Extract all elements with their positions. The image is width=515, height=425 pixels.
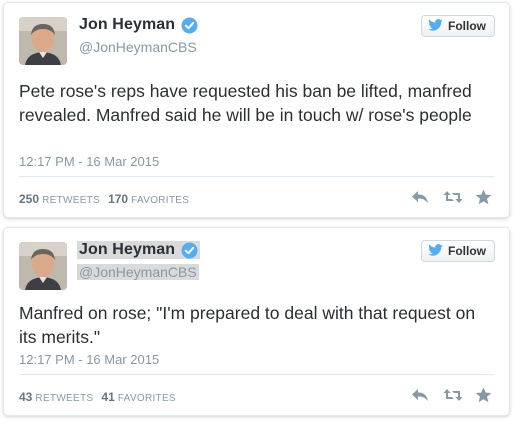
tweet-actions xyxy=(411,387,493,403)
author-name[interactable]: Jon Heyman xyxy=(79,241,175,259)
author-handle[interactable]: @JonHeymanCBS xyxy=(77,264,199,280)
follow-button-label: Follow xyxy=(448,19,486,33)
divider xyxy=(19,176,494,177)
tweet-card: Jon Heyman @JonHeymanCBS Follow Pete ros… xyxy=(3,2,510,218)
retweet-icon[interactable] xyxy=(443,189,463,205)
tweet-timestamp[interactable]: 12:17 PM - 16 Mar 2015 xyxy=(19,154,159,169)
author-handle[interactable]: @JonHeymanCBS xyxy=(79,39,197,55)
tweet-text: Pete rose's reps have requested his ban … xyxy=(19,81,472,125)
follow-button[interactable]: Follow xyxy=(421,240,495,262)
retweets-label: RETWEETS xyxy=(42,195,101,206)
reply-icon[interactable] xyxy=(411,387,429,403)
star-icon[interactable] xyxy=(475,387,493,403)
divider xyxy=(19,374,494,375)
avatar[interactable] xyxy=(19,242,67,290)
retweets-count: 250 xyxy=(19,192,40,206)
tweet-stats: 250 RETWEETS 170 FAVORITES xyxy=(19,192,189,206)
reply-icon[interactable] xyxy=(411,189,429,205)
favorites-stat[interactable]: 170 FAVORITES xyxy=(108,192,189,206)
author-name-row[interactable]: Jon Heyman xyxy=(79,16,198,34)
favorites-stat[interactable]: 41 FAVORITES xyxy=(101,390,176,404)
author-name-row[interactable]: Jon Heyman xyxy=(77,241,201,259)
follow-button-label: Follow xyxy=(448,244,486,258)
favorites-count: 41 xyxy=(101,390,115,404)
author-name[interactable]: Jon Heyman xyxy=(79,16,175,34)
twitter-bird-icon xyxy=(428,243,443,259)
tweet-card: Jon Heyman @JonHeymanCBS Follow Manfred … xyxy=(3,227,510,416)
tweet-actions xyxy=(411,189,493,205)
verified-badge-icon xyxy=(181,17,198,34)
retweets-stat[interactable]: 43 RETWEETS xyxy=(19,390,93,404)
retweets-count: 43 xyxy=(19,390,33,404)
favorites-label: FAVORITES xyxy=(117,393,176,404)
verified-badge-icon xyxy=(181,242,198,259)
retweets-stat[interactable]: 250 RETWEETS xyxy=(19,192,100,206)
favorites-count: 170 xyxy=(108,192,129,206)
tweet-timestamp[interactable]: 12:17 PM - 16 Mar 2015 xyxy=(19,352,159,367)
tweet-stats: 43 RETWEETS 41 FAVORITES xyxy=(19,390,176,404)
retweets-label: RETWEETS xyxy=(35,393,94,404)
retweet-icon[interactable] xyxy=(443,387,463,403)
follow-button[interactable]: Follow xyxy=(421,15,495,37)
avatar[interactable] xyxy=(19,17,67,65)
favorites-label: FAVORITES xyxy=(131,195,190,206)
star-icon[interactable] xyxy=(475,189,493,205)
twitter-bird-icon xyxy=(428,18,443,34)
tweet-text: Manfred on rose; "I'm prepared to deal w… xyxy=(19,303,476,347)
